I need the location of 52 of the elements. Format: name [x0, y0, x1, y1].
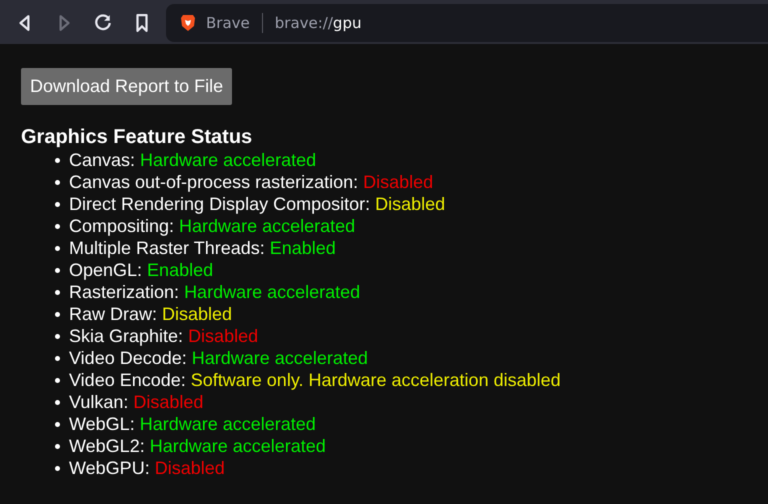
feature-name: Direct Rendering Display Compositor: — [69, 193, 370, 215]
feature-status: Disabled — [154, 457, 225, 479]
bullet-icon — [55, 202, 60, 206]
feature-status: Hardware accelerated — [140, 149, 316, 171]
feature-status: Software only. Hardware acceleration disabled — [190, 369, 561, 391]
feature-status: Disabled — [162, 303, 232, 325]
bullet-icon — [55, 246, 60, 250]
feature-name: Canvas: — [69, 149, 136, 171]
bullet-icon — [55, 334, 60, 338]
feature-status: Disabled — [188, 325, 258, 347]
bullet-icon — [55, 290, 60, 294]
bullet-icon — [55, 444, 60, 448]
reload-icon[interactable] — [94, 14, 112, 32]
bullet-icon — [55, 378, 60, 382]
feature-status: Disabled — [133, 391, 204, 413]
bullet-icon — [55, 224, 60, 228]
feature-status: Hardware accelerated — [184, 281, 360, 303]
feature-name: WebGL: — [69, 413, 135, 435]
feature-name: Raw Draw: — [69, 303, 158, 325]
feature-name: Vulkan: — [69, 391, 128, 413]
feature-name: Canvas out-of-process rasterization: — [69, 171, 358, 193]
bullet-icon — [55, 400, 60, 404]
feature-status: Disabled — [375, 193, 446, 215]
lion-shield-icon — [180, 14, 196, 32]
bullet-icon — [55, 268, 60, 272]
feature-name: OpenGL: — [69, 259, 142, 281]
section-heading: Graphics Feature Status — [21, 125, 254, 149]
download-report-button[interactable]: Download Report to File — [21, 68, 232, 105]
feature-status: Hardware accelerated — [179, 215, 356, 237]
feature-name: Multiple Raster Threads: — [69, 237, 265, 259]
feature-name: WebGL2: — [69, 435, 145, 457]
feature-status: Disabled — [363, 171, 434, 193]
bullet-icon — [55, 180, 60, 184]
bullet-icon — [55, 312, 60, 316]
site-label: Brave — [206, 14, 250, 32]
bullet-icon — [55, 422, 60, 426]
feature-name: Video Encode: — [69, 369, 186, 391]
feature-name: Rasterization: — [69, 281, 180, 303]
feature-status: Hardware accelerated — [140, 413, 316, 435]
url-text: brave://gpu — [274, 14, 362, 32]
bullet-icon — [55, 466, 60, 470]
feature-name: Skia Graphite: — [69, 325, 184, 347]
feature-status: Enabled — [270, 237, 336, 259]
feature-name: Video Decode: — [69, 347, 187, 369]
bullet-icon — [55, 158, 60, 162]
feature-status: Hardware accelerated — [192, 347, 368, 369]
feature-name: Compositing: — [69, 215, 174, 237]
feature-status: Hardware accelerated — [150, 435, 326, 457]
feature-name: WebGPU: — [69, 457, 150, 479]
address-field[interactable]: Brave brave://gpu — [166, 4, 768, 42]
feature-status: Enabled — [147, 259, 214, 281]
bullet-icon — [55, 356, 60, 360]
